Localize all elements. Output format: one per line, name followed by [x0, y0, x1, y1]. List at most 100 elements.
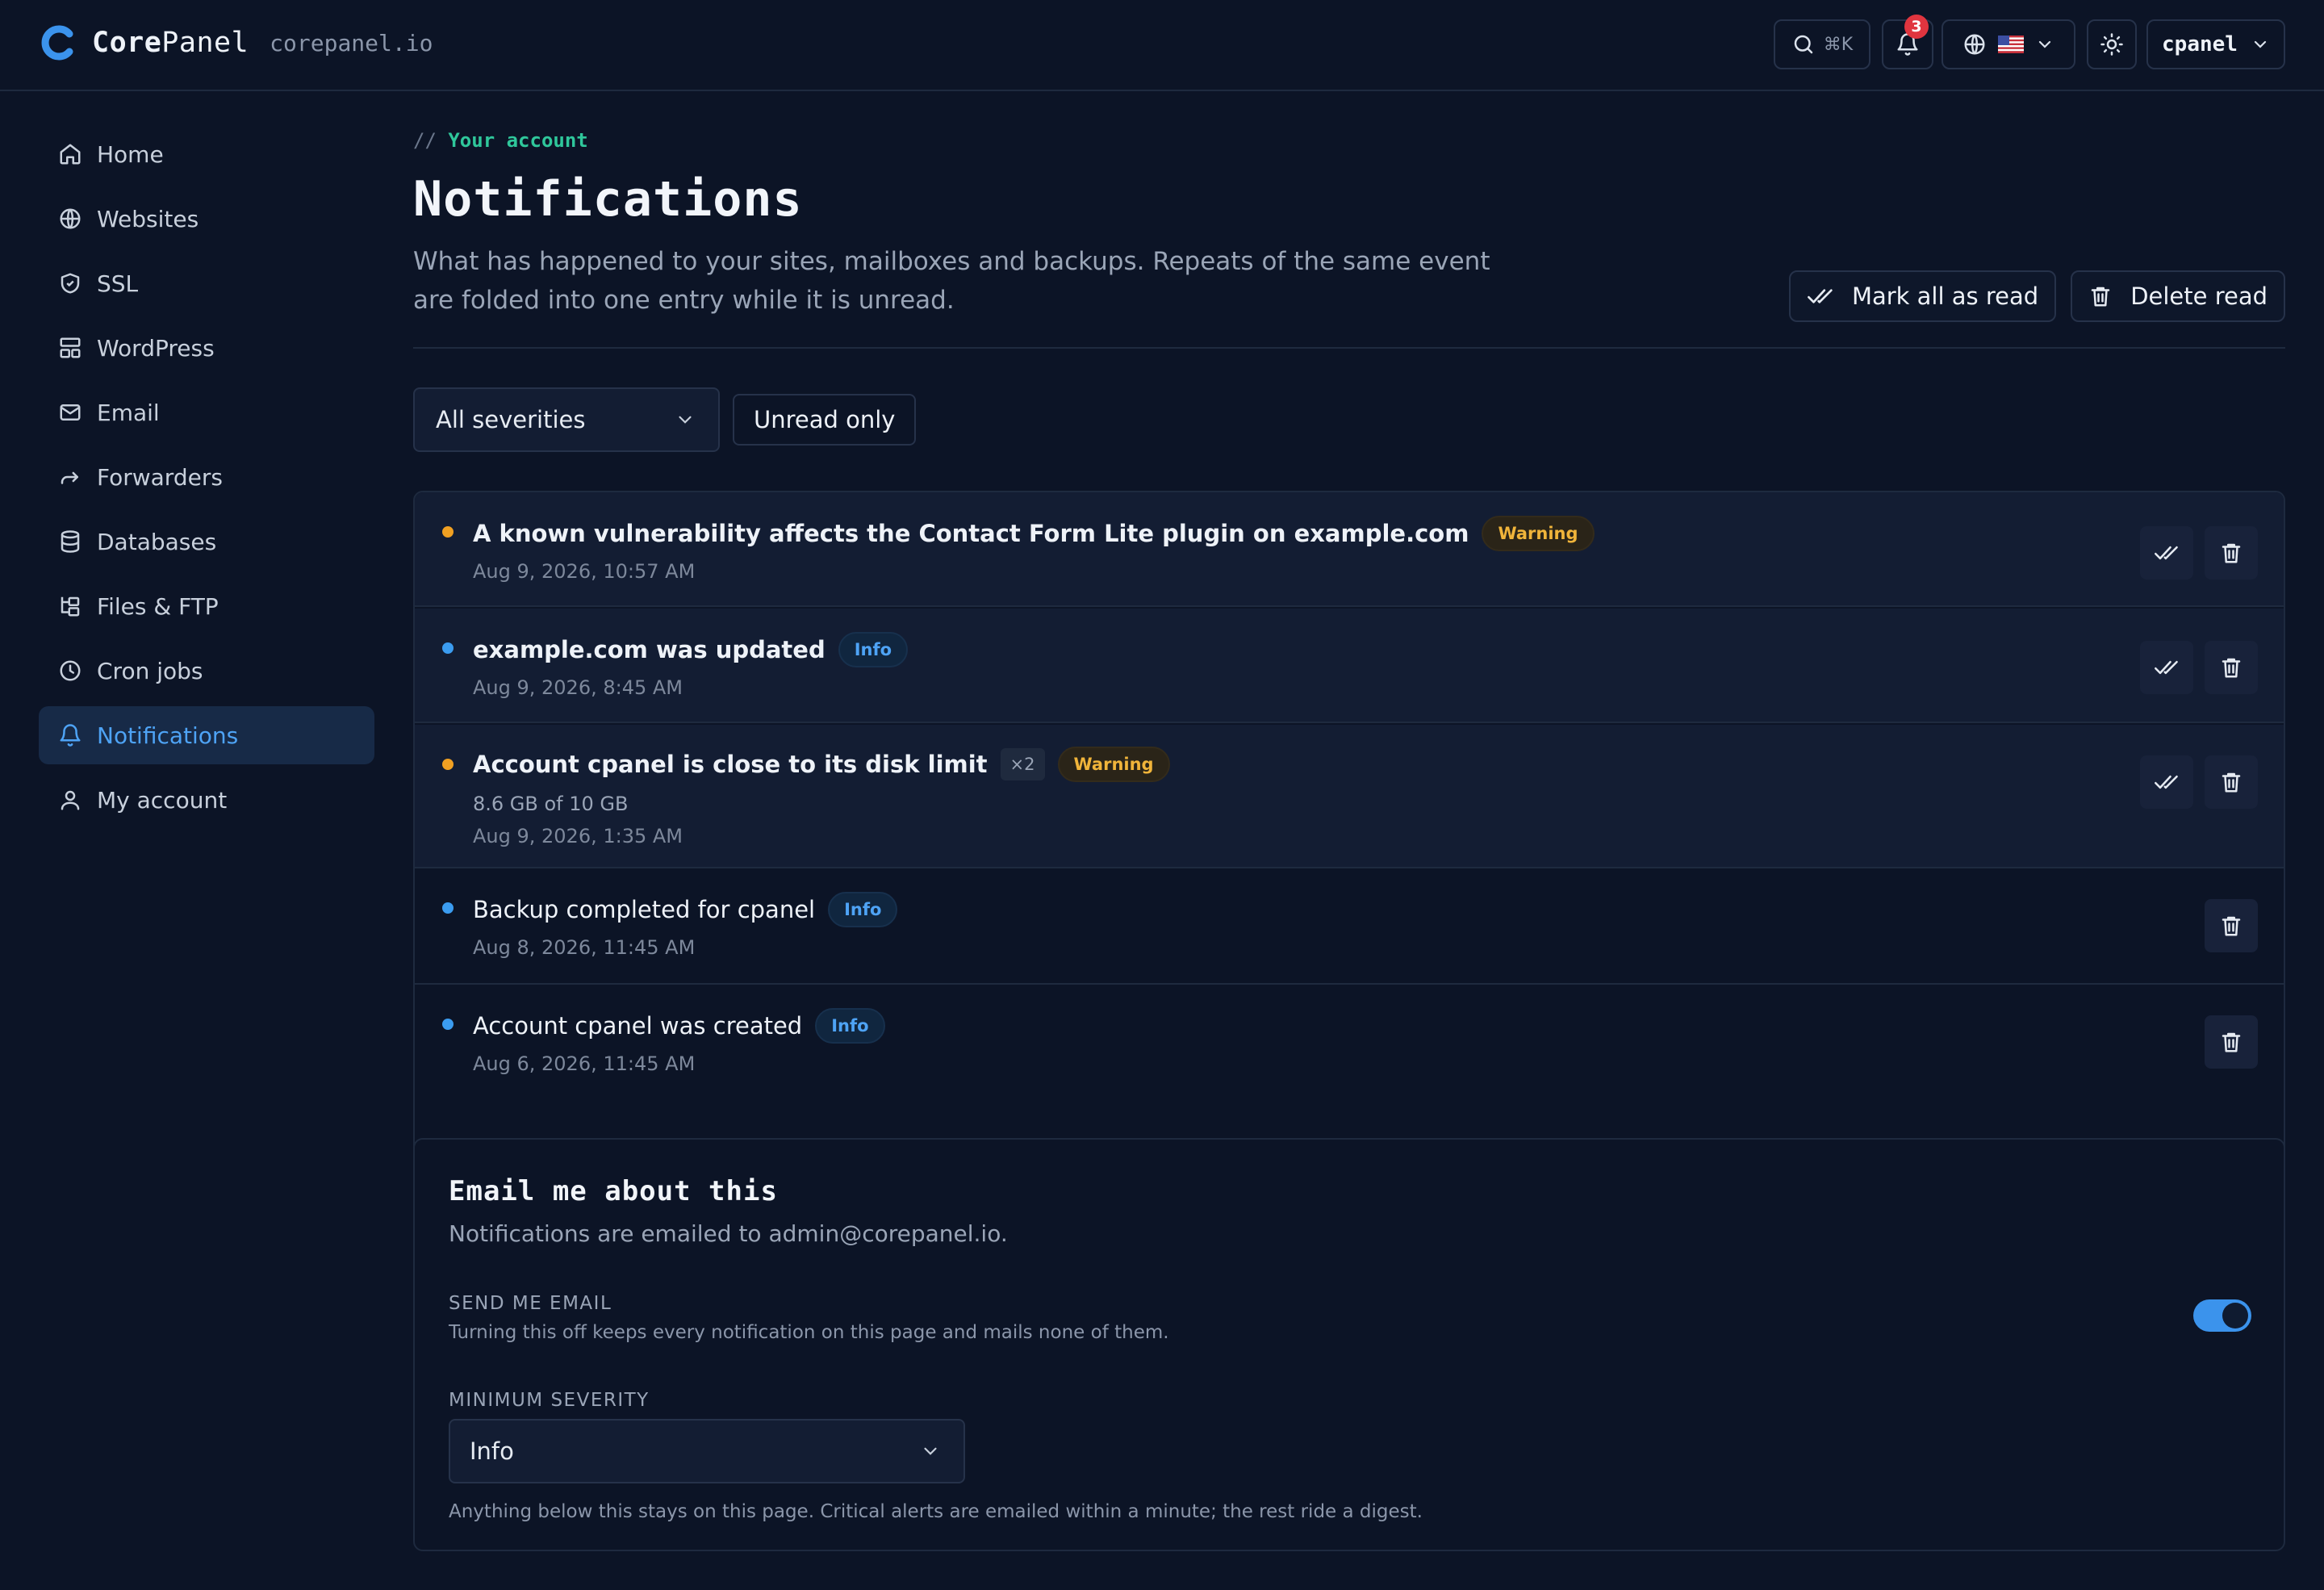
- breadcrumb-prefix: //: [413, 129, 437, 152]
- mark-all-read-label: Mark all as read: [1851, 282, 2039, 310]
- shield-icon: [61, 273, 80, 294]
- notification-row[interactable]: Account cpanel was created Info Aug 6, 2…: [415, 986, 2284, 1101]
- mark-read-button[interactable]: [2140, 526, 2193, 580]
- delete-button[interactable]: [2205, 755, 2258, 809]
- notifications-bell-button[interactable]: 3: [1882, 15, 1933, 69]
- notification-title-line: Backup completed for cpanel Info: [473, 891, 898, 928]
- severity-badge: Info: [828, 892, 898, 927]
- sidebar-item-label: WordPress: [97, 334, 215, 362]
- trash-icon: [2222, 916, 2241, 936]
- notification-title: example.com was updated: [473, 636, 826, 663]
- page-description: What has happened to your sites, mailbox…: [413, 247, 1490, 315]
- trash-icon: [2091, 287, 2110, 307]
- notification-row[interactable]: A known vulnerability affects the Contac…: [415, 492, 2284, 607]
- delete-button[interactable]: [2205, 526, 2258, 580]
- mark-read-button[interactable]: [2140, 641, 2193, 694]
- notification-date: Aug 9, 2026, 8:45 AM: [473, 676, 683, 699]
- sidebar-item-label: Home: [97, 140, 164, 168]
- notification-title: Account cpanel is close to its disk limi…: [473, 751, 988, 778]
- chevron-down-icon: [2254, 40, 2267, 48]
- mark-all-read-button[interactable]: Mark all as read: [1788, 270, 2057, 322]
- double-check-icon: [2155, 660, 2178, 675]
- minimum-severity-value: Info: [470, 1437, 514, 1465]
- notification-title: A known vulnerability affects the Contac…: [473, 520, 1469, 547]
- send-email-hint: Turning this off keeps every notificatio…: [449, 1322, 1169, 1343]
- trash-icon: [2222, 658, 2241, 678]
- layout-icon: [60, 337, 81, 358]
- sun-icon: [2100, 33, 2123, 56]
- notification-row[interactable]: Account cpanel is close to its disk limi…: [415, 725, 2284, 868]
- minimum-severity-label: MINIMUM SEVERITY: [449, 1390, 650, 1411]
- mark-read-button[interactable]: [2140, 755, 2193, 809]
- notification-detail: 8.6 GB of 10 GB: [473, 793, 629, 815]
- sidebar-item-databases[interactable]: Databases: [39, 513, 374, 571]
- send-email-toggle[interactable]: [2193, 1299, 2251, 1332]
- sidebar-item-email[interactable]: Email: [39, 383, 374, 441]
- sidebar-item-wordpress[interactable]: WordPress: [39, 319, 374, 377]
- sidebar-item-my-account[interactable]: My account: [39, 771, 374, 829]
- send-email-label: SEND ME EMAIL: [449, 1293, 612, 1314]
- language-selector[interactable]: [1942, 19, 2075, 69]
- severity-badge: Warning: [1482, 516, 1595, 551]
- delete-read-button[interactable]: Delete read: [2071, 270, 2285, 322]
- sidebar-item-label: Files & FTP: [97, 592, 219, 620]
- sidebar-item-websites[interactable]: Websites: [39, 190, 374, 248]
- sidebar-item-cron-jobs[interactable]: Cron jobs: [39, 642, 374, 700]
- info-dot: [442, 642, 454, 654]
- corepanel-logo-icon: [41, 25, 73, 61]
- double-check-icon: [2155, 775, 2178, 789]
- sidebar-item-label: My account: [97, 786, 228, 814]
- forward-arrow-icon: [61, 471, 78, 484]
- notification-date: Aug 8, 2026, 11:45 AM: [473, 936, 696, 959]
- chevron-down-icon: [924, 1447, 937, 1455]
- brand[interactable]: CorePanel corepanel.io: [40, 24, 433, 61]
- sidebar: Home Websites SSL WordPress Email Forwar…: [39, 125, 374, 835]
- sidebar-item-files-ftp[interactable]: Files & FTP: [39, 577, 374, 635]
- email-card-title: Email me about this: [449, 1175, 778, 1207]
- notification-title-line: A known vulnerability affects the Contac…: [473, 515, 1595, 552]
- delete-button[interactable]: [2205, 641, 2258, 694]
- sidebar-item-label: SSL: [97, 270, 139, 297]
- delete-button[interactable]: [2205, 1015, 2258, 1069]
- sidebar-item-home[interactable]: Home: [39, 125, 374, 183]
- notification-title: Account cpanel was created: [473, 1012, 803, 1040]
- mail-icon: [60, 404, 81, 421]
- minimum-severity-select[interactable]: Info: [449, 1419, 965, 1483]
- user-icon: [61, 790, 80, 810]
- severity-badge: Info: [815, 1008, 885, 1044]
- severity-filter-select[interactable]: All severities: [413, 387, 720, 452]
- delete-button[interactable]: [2205, 899, 2258, 952]
- user-menu-button[interactable]: cpanel: [2146, 19, 2285, 69]
- sidebar-item-label: Email: [97, 399, 160, 426]
- sidebar-item-label: Notifications: [97, 722, 239, 749]
- sidebar-item-notifications[interactable]: Notifications: [39, 706, 374, 764]
- theme-toggle-button[interactable]: [2087, 19, 2137, 69]
- chevron-down-icon: [2038, 40, 2051, 48]
- header-actions: Mark all as read Delete read: [1788, 270, 2285, 322]
- severity-filter-value: All severities: [436, 406, 586, 433]
- info-dot: [442, 902, 454, 914]
- bell-icon: [60, 724, 81, 747]
- notification-date: Aug 9, 2026, 10:57 AM: [473, 560, 696, 583]
- minimum-severity-hint: Anything below this stays on this page. …: [449, 1501, 1423, 1522]
- us-flag-icon: [1998, 36, 2024, 53]
- notification-row[interactable]: Backup completed for cpanel Info Aug 8, …: [415, 870, 2284, 985]
- sidebar-item-ssl[interactable]: SSL: [39, 254, 374, 312]
- unread-only-toggle[interactable]: Unread only: [733, 394, 917, 446]
- trash-icon: [2222, 1032, 2241, 1052]
- info-dot: [442, 1019, 454, 1030]
- sidebar-item-forwarders[interactable]: Forwarders: [39, 448, 374, 506]
- email-card-subtitle: Notifications are emailed to admin@corep…: [449, 1220, 1008, 1247]
- breadcrumb-label: Your account: [448, 129, 588, 152]
- notification-row[interactable]: example.com was updated Info Aug 9, 2026…: [415, 609, 2284, 723]
- trash-icon: [2222, 543, 2241, 563]
- home-icon: [60, 144, 81, 165]
- notification-title: Backup completed for cpanel: [473, 896, 816, 923]
- sidebar-item-label: Forwarders: [97, 463, 223, 491]
- search-button[interactable]: ⌘K: [1774, 19, 1870, 69]
- notification-title-line: Account cpanel was created Info: [473, 1007, 885, 1044]
- notification-list: A known vulnerability affects the Contac…: [413, 491, 2285, 1228]
- search-icon: [1794, 35, 1813, 54]
- search-shortcut: ⌘K: [1823, 34, 1854, 55]
- sidebar-item-label: Databases: [97, 528, 217, 555]
